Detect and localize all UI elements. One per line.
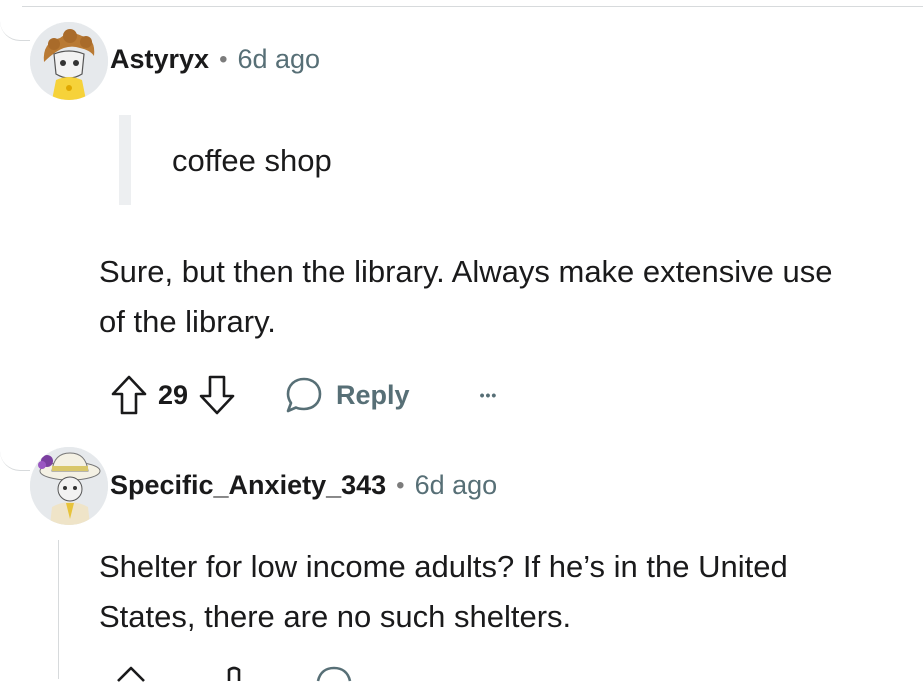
comment-body: Sure, but then the library. Always make … (99, 247, 919, 347)
quote-bar (119, 115, 131, 205)
comment-meta: Specific_Anxiety_343 • 6d ago (110, 470, 497, 501)
comment-body: Shelter for low income adults? If he’s i… (99, 542, 919, 642)
comment-body-line: Sure, but then the library. Always make … (99, 254, 833, 289)
timestamp[interactable]: 6d ago (237, 44, 320, 75)
comment-body-line: Shelter for low income adults? If he’s i… (99, 549, 788, 584)
comment-actions (112, 662, 354, 682)
meta-separator: • (219, 45, 228, 73)
avatar-specific-anxiety-icon (30, 447, 108, 525)
speech-bubble-icon (284, 375, 324, 415)
arrow-up-outline-icon[interactable] (110, 374, 148, 416)
thread-connector (0, 0, 30, 41)
avatar-astyryx-icon (30, 22, 108, 100)
comment-body-line: States, there are no such shelters. (99, 599, 572, 634)
vote-count: 29 (158, 379, 189, 410)
more-options-button[interactable]: ••• (480, 387, 498, 403)
comment-actions: 29 Reply ••• (110, 374, 497, 416)
thread-connector (0, 448, 30, 471)
thread-top-border (22, 6, 923, 7)
thread-line[interactable] (58, 540, 59, 679)
timestamp[interactable]: 6d ago (415, 470, 498, 501)
arrow-up-outline-icon[interactable] (112, 662, 150, 682)
meta-separator: • (396, 471, 405, 499)
quote-text: coffee shop (172, 143, 332, 178)
username[interactable]: Astyryx (110, 44, 209, 75)
speech-bubble-icon[interactable] (314, 662, 354, 682)
horizontal-ellipsis-icon: ••• (479, 387, 498, 403)
reply-label: Reply (336, 379, 410, 410)
arrow-down-outline-icon[interactable] (224, 662, 244, 682)
arrow-down-outline-icon[interactable] (198, 374, 236, 416)
comment-body-line: of the library. (99, 304, 276, 339)
username[interactable]: Specific_Anxiety_343 (110, 470, 386, 501)
reply-button[interactable]: Reply (284, 375, 410, 415)
avatar[interactable] (30, 22, 108, 100)
comment-meta: Astyryx • 6d ago (110, 44, 320, 75)
avatar[interactable] (30, 447, 108, 525)
